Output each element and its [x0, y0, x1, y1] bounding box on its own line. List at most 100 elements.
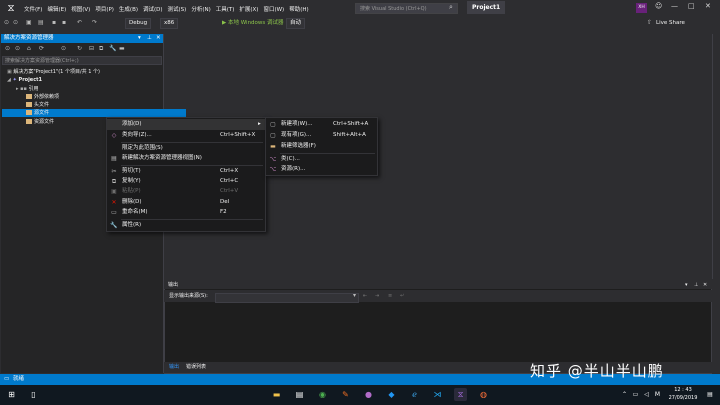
tray-ime-icon[interactable]: M	[653, 388, 662, 401]
tab-output[interactable]: 输出	[169, 362, 179, 373]
clock-date: 27/09/2019	[668, 395, 698, 401]
firefox-icon[interactable]: ◍	[477, 388, 490, 401]
tree-header-files[interactable]: 头文件	[2, 101, 186, 109]
store-icon[interactable]: ▤	[293, 388, 306, 401]
back-icon[interactable]: ⊙	[5, 45, 10, 52]
notifications-icon[interactable]: ▤	[705, 388, 715, 401]
show-all-files-icon[interactable]: ⧉	[99, 45, 103, 53]
config-select[interactable]: Debug	[125, 18, 152, 29]
chrome-icon[interactable]: ◉	[316, 388, 329, 401]
tray-volume-icon[interactable]: ◁	[642, 388, 651, 401]
pin-icon[interactable]: ⊥	[147, 34, 152, 43]
pin-icon[interactable]: ⊥	[694, 281, 698, 289]
start-debug-button[interactable]: ▶ 本地 Windows 调试器	[218, 18, 288, 29]
status-text: 就绪	[13, 376, 25, 382]
visual-studio-logo-icon[interactable]: ⧖	[3, 2, 19, 16]
menu-help[interactable]: 帮助(H)	[289, 5, 308, 13]
word-wrap-icon[interactable]: ↵	[400, 290, 404, 302]
tree-external-deps[interactable]: 外部依赖项	[2, 93, 186, 101]
submenu-new-item[interactable]: ▢ 新建项(W)... Ctrl+Shift+A	[266, 119, 377, 130]
menu-extensions[interactable]: 扩展(X)	[239, 5, 258, 13]
taskbar-clock[interactable]: 12 : 43 27/09/2019	[663, 386, 703, 402]
project-title: Project1	[467, 1, 506, 14]
save-all-icon[interactable]: ▪	[62, 17, 66, 29]
menu-class-wizard[interactable]: ◇ 类向导(Z)... Ctrl+Shift+X	[107, 130, 265, 141]
solution-explorer-search-input[interactable]: 搜索解决方案资源管理器(Ctrl+;)	[2, 56, 162, 65]
search-icon[interactable]: ⌕	[449, 3, 453, 12]
open-icon[interactable]: ▤	[38, 17, 44, 29]
undo-icon[interactable]: ↶	[77, 17, 82, 29]
minimize-icon[interactable]: —	[671, 2, 678, 10]
save-icon[interactable]: ▪	[52, 17, 56, 29]
menu-test[interactable]: 测试(S)	[168, 5, 187, 13]
menu-edit[interactable]: 编辑(E)	[47, 5, 66, 13]
menu-view[interactable]: 视图(V)	[71, 5, 90, 13]
run-mode-select[interactable]: 自动	[286, 18, 306, 29]
forward-icon[interactable]: ⊙	[13, 17, 18, 29]
redo-icon[interactable]: ↷	[92, 17, 97, 29]
new-view-icon: ▤	[111, 155, 117, 162]
user-avatar[interactable]: XH	[636, 3, 647, 13]
tree-source-files[interactable]: 源文件	[2, 109, 186, 117]
back-icon[interactable]: ⊙	[4, 17, 9, 29]
app-blue-icon[interactable]: ◆	[385, 388, 398, 401]
menu-build[interactable]: 生成(B)	[119, 5, 138, 13]
rename-icon: ▭	[111, 209, 117, 216]
collapse-all-icon[interactable]: ⊟	[89, 45, 94, 52]
task-view-icon[interactable]: ▯	[27, 388, 40, 401]
submenu-resource[interactable]: ⌥ 资源(R)...	[266, 164, 377, 175]
tray-chevron-icon[interactable]: ⌃	[620, 388, 629, 401]
menu-file[interactable]: 文件(F)	[24, 5, 42, 13]
vscode-icon[interactable]: ⋊	[431, 388, 444, 401]
github-icon[interactable]: ●	[362, 388, 375, 401]
output-title: 输出	[168, 282, 179, 288]
file-explorer-icon[interactable]: ▬	[270, 388, 283, 401]
preview-icon[interactable]: ▬	[119, 45, 125, 52]
clear-all-icon[interactable]: ≡	[388, 290, 392, 302]
close-panel-icon[interactable]: ✕	[156, 34, 161, 43]
menu-rename[interactable]: ▭ 重命名(M) F2	[107, 207, 265, 218]
close-icon[interactable]: ✕	[705, 2, 711, 10]
app-icon[interactable]: ✎	[339, 388, 352, 401]
sync-icon[interactable]: ⟳	[39, 45, 44, 52]
next-icon[interactable]: ⇥	[375, 290, 379, 302]
new-project-icon[interactable]: ▣	[26, 17, 32, 29]
live-share-icon[interactable]: ⇧	[647, 17, 652, 29]
windows-start-icon[interactable]: ⊞	[5, 388, 18, 401]
find-icon[interactable]: ⇤	[363, 290, 367, 302]
output-source-select[interactable]: ▾	[215, 292, 359, 303]
live-share-button[interactable]: Live Share	[656, 17, 685, 29]
menu-add[interactable]: 添加(D) ▸	[107, 119, 265, 130]
tab-error-list[interactable]: 错误列表	[186, 362, 206, 373]
home-icon[interactable]: ⌂	[27, 45, 31, 52]
tray-network-icon[interactable]: ▭	[631, 388, 640, 401]
feedback-icon[interactable]: ☺	[655, 2, 662, 10]
close-panel-icon[interactable]: ✕	[703, 281, 707, 289]
menu-properties[interactable]: 🔧 属性(R)	[107, 220, 265, 231]
platform-select[interactable]: x86	[160, 18, 179, 29]
properties-icon[interactable]: 🔧	[109, 45, 116, 52]
tree-project[interactable]: ◢ ✦ Project1	[2, 76, 167, 84]
forward-icon[interactable]: ⊙	[15, 45, 20, 52]
dropdown-icon[interactable]: ▾	[685, 281, 688, 289]
refresh-icon[interactable]: ↻	[77, 45, 82, 52]
solution-explorer-header: 解决方案资源管理器 ▾ ⊥ ✕	[1, 34, 163, 43]
pending-changes-icon[interactable]: ⊙	[61, 45, 66, 52]
menu-debug[interactable]: 调试(D)	[143, 5, 163, 13]
tree-solution[interactable]: ▣ 解决方案"Project1"(1 个项目/共 1 个)	[2, 68, 167, 76]
toolbar	[0, 17, 720, 29]
menu-new-explorer-view[interactable]: ▤ 新建解决方案资源管理器视图(N)	[107, 153, 265, 164]
dropdown-icon[interactable]: ▾	[138, 34, 141, 43]
search-input[interactable]: 搜索 Visual Studio (Ctrl+Q)	[355, 3, 458, 14]
submenu-arrow-icon: ▸	[258, 121, 261, 127]
menu-tools[interactable]: 工具(T)	[216, 5, 235, 13]
visual-studio-icon[interactable]: ⧖	[454, 388, 467, 401]
maximize-icon[interactable]: □	[688, 2, 695, 10]
edge-icon[interactable]: ℯ	[408, 388, 421, 401]
submenu-new-filter[interactable]: ▬ 新建筛选器(F)	[266, 141, 377, 152]
submenu-existing-item[interactable]: ▢ 现有项(G)... Shift+Alt+A	[266, 130, 377, 141]
menu-project[interactable]: 项目(P)	[95, 5, 114, 13]
menu-analyze[interactable]: 分析(N)	[191, 5, 210, 13]
tree-references[interactable]: ▸ ▪▪ 引用	[2, 85, 176, 93]
menu-window[interactable]: 窗口(W)	[263, 5, 284, 13]
